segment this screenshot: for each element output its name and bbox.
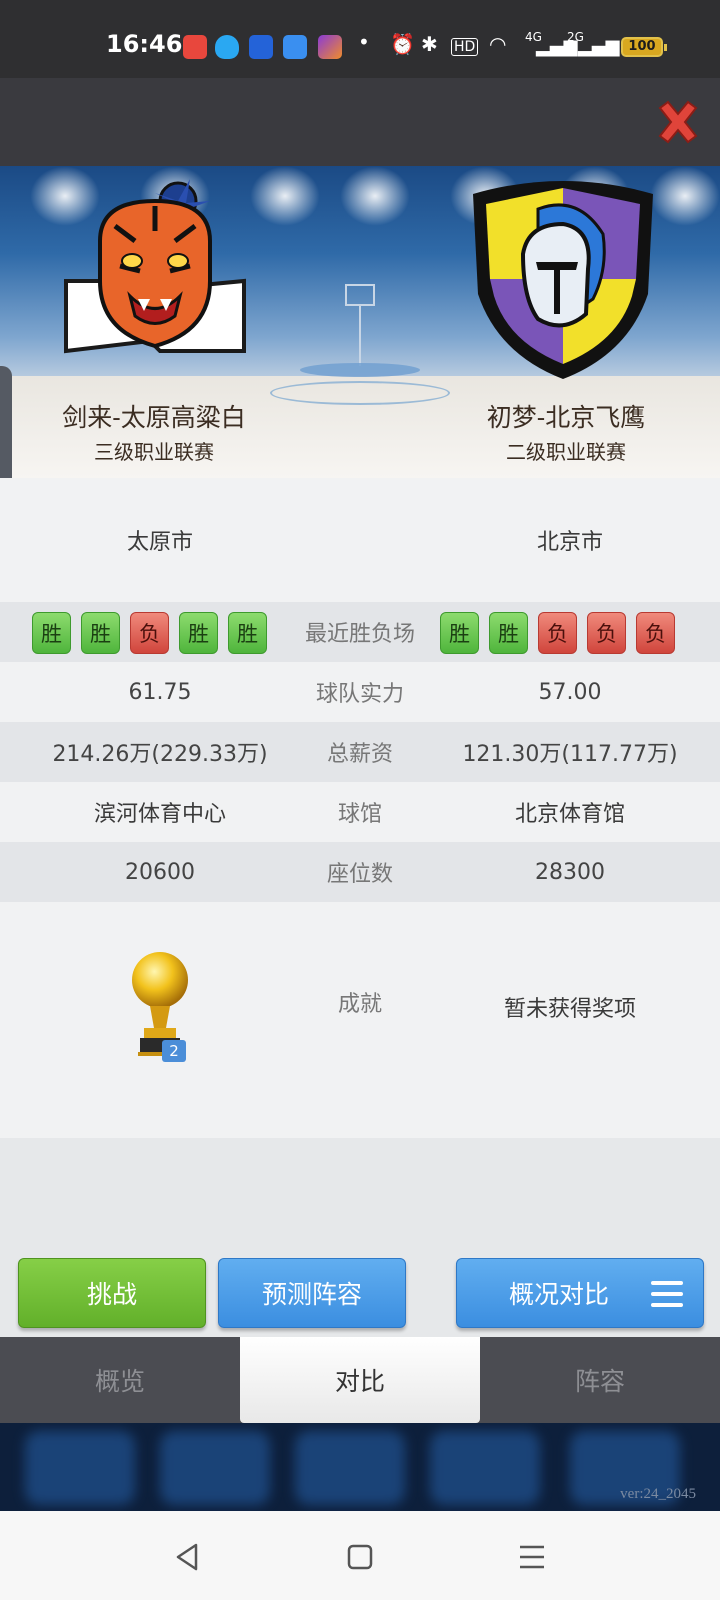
left-team-name: 剑来-太原高粱白 <box>62 403 246 432</box>
right-team-name: 初梦-北京飞鹰 <box>486 403 646 432</box>
trophy-count-badge: 2 <box>162 1040 186 1062</box>
signal-bars-2-icon: ▂▄▆ <box>578 36 620 57</box>
right-salary: 121.30万(117.77万) <box>462 742 678 767</box>
right-achievement: 暂未获得奖项 <box>503 997 636 1022</box>
left-seats: 20600 <box>125 859 195 885</box>
left-strength: 61.75 <box>128 679 192 705</box>
basketball-hoop-icon <box>345 284 375 306</box>
back-icon[interactable] <box>170 1539 206 1575</box>
menu-icon <box>651 1281 683 1307</box>
side-drawer-handle[interactable] <box>0 366 12 478</box>
right-seats: 28300 <box>535 859 605 885</box>
result-badge: 胜 <box>179 612 218 654</box>
matchup-banner: 剑来-太原高粱白 三级职业联赛 初梦-北京飞鹰 二级职业联赛 <box>0 166 720 478</box>
right-city: 北京市 <box>536 530 603 555</box>
seats-row: 20600 座位数 28300 <box>0 842 720 902</box>
achievement-label: 成就 <box>337 992 382 1017</box>
status-time: 16:46 <box>106 30 183 58</box>
overview-compare-label: 概况对比 <box>509 1280 610 1309</box>
notification-dot-icon: • <box>358 30 370 54</box>
hd-icon: HD <box>451 38 479 56</box>
strength-label: 球队实力 <box>315 682 404 707</box>
shield-app-icon <box>249 35 273 59</box>
system-nav-bar <box>0 1511 720 1600</box>
right-strength: 57.00 <box>538 679 602 705</box>
bottom-tabs: 概览 对比 阵容 <box>0 1337 720 1423</box>
predict-lineup-button[interactable]: 预测阵容 <box>218 1258 406 1328</box>
left-salary: 214.26万(229.33万) <box>52 742 268 767</box>
tab-compare[interactable]: 对比 <box>240 1337 480 1423</box>
qq-icon <box>215 35 239 59</box>
close-icon[interactable] <box>654 98 702 146</box>
tiger-logo-icon <box>64 179 246 354</box>
challenge-button[interactable]: 挑战 <box>18 1258 206 1328</box>
achievement-row: 成就 暂未获得奖项 <box>0 902 720 1138</box>
result-badge: 胜 <box>228 612 267 654</box>
recent-label: 最近胜负场 <box>304 622 415 647</box>
city-row: 太原市 北京市 <box>0 478 720 602</box>
result-badge: 胜 <box>440 612 479 654</box>
result-badge: 负 <box>636 612 675 654</box>
tab-lineup[interactable]: 阵容 <box>480 1337 720 1423</box>
result-badge: 胜 <box>32 612 71 654</box>
result-badge: 负 <box>538 612 577 654</box>
music-app-icon <box>183 35 207 59</box>
arena-row: 滨河体育中心 球馆 北京体育馆 <box>0 782 720 842</box>
wifi-icon: ◠ <box>489 32 507 56</box>
recents-menu-icon[interactable] <box>514 1539 550 1575</box>
left-arena: 滨河体育中心 <box>93 802 226 827</box>
recent-results-row: 胜 胜 负 胜 胜 最近胜负场 胜 胜 负 负 负 <box>0 602 720 662</box>
battery-icon: 100 <box>621 37 667 57</box>
salary-label: 总薪资 <box>326 742 393 767</box>
left-city: 太原市 <box>126 530 193 555</box>
tab-overview[interactable]: 概览 <box>0 1337 240 1423</box>
left-team-league: 三级职业联赛 <box>94 440 214 464</box>
right-team-league: 二级职业联赛 <box>506 440 626 464</box>
alarm-icon: ⏰ <box>390 32 415 56</box>
result-badge: 胜 <box>81 612 120 654</box>
game-dock: ver:24_2045 <box>0 1423 720 1511</box>
right-recent-results: 胜 胜 负 负 负 <box>440 612 675 654</box>
overview-compare-button[interactable]: 概况对比 <box>456 1258 704 1328</box>
game-app-icon <box>318 35 342 59</box>
spartan-helmet-logo-icon <box>473 181 653 379</box>
result-badge: 负 <box>587 612 626 654</box>
left-recent-results: 胜 胜 负 胜 胜 <box>32 612 267 654</box>
salary-row: 214.26万(229.33万) 总薪资 121.30万(117.77万) <box>0 722 720 782</box>
arena-label: 球馆 <box>337 802 382 827</box>
dialog-header <box>0 78 720 166</box>
home-icon[interactable] <box>342 1539 378 1575</box>
browser-app-icon <box>283 35 307 59</box>
seats-label: 座位数 <box>326 862 393 887</box>
right-arena: 北京体育馆 <box>514 802 625 827</box>
status-bar: 16:46 • ⏰ ✱ HD ◠ 4G ▂▄▆ 2G ▂▄▆ 100 <box>0 0 720 78</box>
result-badge: 胜 <box>489 612 528 654</box>
bluetooth-icon: ✱ <box>421 32 438 56</box>
version-label: ver:24_2045 <box>620 1486 696 1502</box>
strength-row: 61.75 球队实力 57.00 <box>0 662 720 722</box>
result-badge: 负 <box>130 612 169 654</box>
